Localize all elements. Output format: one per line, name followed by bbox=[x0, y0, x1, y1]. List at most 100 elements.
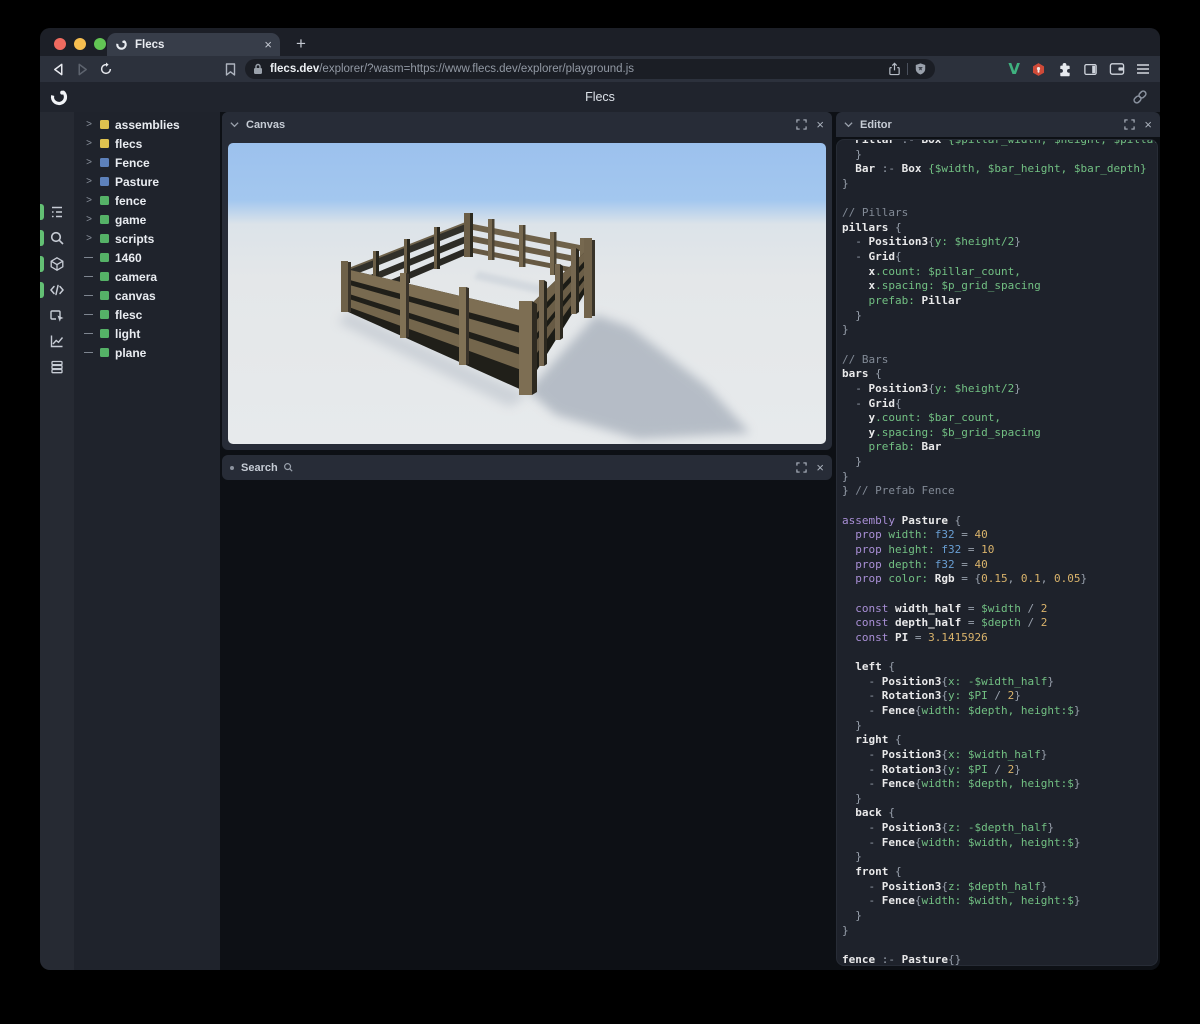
tree-item-fence[interactable]: > fence bbox=[74, 191, 220, 210]
back-icon[interactable] bbox=[46, 60, 70, 78]
reload-icon[interactable] bbox=[94, 60, 118, 78]
forward-icon[interactable] bbox=[70, 60, 94, 78]
browser-tab[interactable]: Flecs × bbox=[107, 33, 280, 56]
code-line[interactable]: fence :- Pasture{} bbox=[842, 953, 1157, 965]
code-line[interactable]: Bar :- Box {$width, $bar_height, $bar_de… bbox=[842, 162, 1157, 177]
fullscreen-icon[interactable] bbox=[1124, 119, 1136, 130]
tree-item-Fence[interactable]: > Fence bbox=[74, 153, 220, 172]
code-line[interactable]: - Position3{y: $height/2} bbox=[842, 235, 1157, 250]
code-line[interactable]: y.spacing: $b_grid_spacing bbox=[842, 426, 1157, 441]
code-line[interactable]: } bbox=[842, 323, 1157, 338]
extensions-icon[interactable] bbox=[1057, 62, 1072, 77]
code-line[interactable] bbox=[842, 587, 1157, 602]
code-line[interactable] bbox=[842, 645, 1157, 660]
code-line[interactable]: prop height: f32 = 10 bbox=[842, 543, 1157, 558]
canvas-panel-header[interactable]: Canvas × bbox=[222, 112, 832, 137]
tree-pane-icon[interactable] bbox=[40, 200, 74, 224]
code-line[interactable]: prefab: Bar bbox=[842, 440, 1157, 455]
search-panel-header[interactable]: Search × bbox=[222, 455, 832, 480]
fullscreen-icon[interactable] bbox=[796, 462, 808, 473]
code-line[interactable]: back { bbox=[842, 806, 1157, 821]
code-line[interactable]: - Position3{z: $depth_half} bbox=[842, 880, 1157, 895]
code-line[interactable]: prefab: Pillar bbox=[842, 294, 1157, 309]
code-line[interactable]: const width_half = $width / 2 bbox=[842, 602, 1157, 617]
code-line[interactable]: x.spacing: $p_grid_spacing bbox=[842, 279, 1157, 294]
tree-item-flesc[interactable]: flesc bbox=[74, 305, 220, 324]
code-pane-icon[interactable] bbox=[40, 278, 74, 302]
code-line[interactable]: - Grid{ bbox=[842, 397, 1157, 412]
code-line[interactable]: left { bbox=[842, 660, 1157, 675]
inspector-pane-icon[interactable] bbox=[40, 304, 74, 328]
code-line[interactable]: - Position3{x: -$width_half} bbox=[842, 675, 1157, 690]
code-line[interactable]: front { bbox=[842, 865, 1157, 880]
expand-arrow-icon[interactable]: > bbox=[84, 138, 94, 149]
tree-item-camera[interactable]: camera bbox=[74, 267, 220, 286]
brave-shield-icon[interactable] bbox=[914, 62, 927, 76]
code-line[interactable]: - Fence{width: $depth, height:$} bbox=[842, 704, 1157, 719]
code-line[interactable]: - Fence{width: $width, height:$} bbox=[842, 836, 1157, 851]
code-line[interactable]: y.count: $bar_count, bbox=[842, 411, 1157, 426]
adblock-icon[interactable] bbox=[1031, 62, 1046, 77]
wallet-icon[interactable] bbox=[1109, 62, 1125, 76]
code-line[interactable] bbox=[842, 338, 1157, 353]
tree-item-flecs[interactable]: > flecs bbox=[74, 134, 220, 153]
code-line[interactable]: const depth_half = $depth / 2 bbox=[842, 616, 1157, 631]
code-line[interactable]: - Fence{width: $width, height:$} bbox=[842, 894, 1157, 909]
share-icon[interactable] bbox=[888, 62, 901, 76]
link-icon[interactable] bbox=[1132, 89, 1148, 105]
tree-item-scripts[interactable]: > scripts bbox=[74, 229, 220, 248]
code-line[interactable]: } bbox=[842, 148, 1157, 163]
code-line[interactable]: } bbox=[842, 470, 1157, 485]
code-line[interactable]: // Pillars bbox=[842, 206, 1157, 221]
tab-close-icon[interactable]: × bbox=[264, 38, 272, 51]
code-line[interactable] bbox=[842, 192, 1157, 207]
editor-panel-header[interactable]: Editor × bbox=[836, 112, 1160, 137]
code-line[interactable] bbox=[842, 938, 1157, 953]
expand-arrow-icon[interactable]: > bbox=[84, 214, 94, 225]
code-line[interactable]: right { bbox=[842, 733, 1157, 748]
code-line[interactable]: } // Prefab Fence bbox=[842, 484, 1157, 499]
code-line[interactable]: prop depth: f32 = 40 bbox=[842, 558, 1157, 573]
tree-item-1460[interactable]: 1460 bbox=[74, 248, 220, 267]
tree-item-Pasture[interactable]: > Pasture bbox=[74, 172, 220, 191]
close-window-button[interactable] bbox=[54, 38, 66, 50]
code-line[interactable]: - Position3{x: $width_half} bbox=[842, 748, 1157, 763]
tree-item-game[interactable]: > game bbox=[74, 210, 220, 229]
expand-arrow-icon[interactable]: > bbox=[84, 233, 94, 244]
code-line[interactable]: Pillar :- Box {$pillar_width, $height, $… bbox=[842, 140, 1157, 148]
code-line[interactable]: } bbox=[842, 850, 1157, 865]
code-line[interactable]: - Position3{y: $height/2} bbox=[842, 382, 1157, 397]
code-line[interactable]: } bbox=[842, 455, 1157, 470]
tree-item-assemblies[interactable]: > assemblies bbox=[74, 115, 220, 134]
code-line[interactable]: pillars { bbox=[842, 221, 1157, 236]
fullscreen-icon[interactable] bbox=[796, 119, 808, 130]
expand-arrow-icon[interactable]: > bbox=[84, 119, 94, 130]
expand-arrow-icon[interactable]: > bbox=[84, 195, 94, 206]
code-line[interactable]: prop color: Rgb = {0.15, 0.1, 0.05} bbox=[842, 572, 1157, 587]
code-line[interactable]: const PI = 3.1415926 bbox=[842, 631, 1157, 646]
tree-item-plane[interactable]: plane bbox=[74, 343, 220, 362]
code-line[interactable]: } bbox=[842, 909, 1157, 924]
close-icon[interactable]: × bbox=[816, 461, 824, 474]
url-bar[interactable]: flecs.dev /explorer/?wasm=https://www.fl… bbox=[245, 59, 935, 79]
code-line[interactable]: assembly Pasture { bbox=[842, 514, 1157, 529]
minimize-window-button[interactable] bbox=[74, 38, 86, 50]
3d-canvas[interactable] bbox=[228, 143, 826, 444]
code-line[interactable]: - Grid{ bbox=[842, 250, 1157, 265]
stats-pane-icon[interactable] bbox=[40, 329, 74, 353]
code-line[interactable] bbox=[842, 499, 1157, 514]
expand-arrow-icon[interactable]: > bbox=[84, 157, 94, 168]
code-line[interactable]: - Rotation3{y: $PI / 2} bbox=[842, 763, 1157, 778]
code-line[interactable]: prop width: f32 = 40 bbox=[842, 528, 1157, 543]
logs-pane-icon[interactable] bbox=[40, 355, 74, 379]
new-tab-button[interactable]: + bbox=[289, 33, 313, 56]
tree-item-canvas[interactable]: canvas bbox=[74, 286, 220, 305]
search-pane-icon[interactable] bbox=[40, 226, 74, 250]
code-editor[interactable]: Pillar :- Box {$pillar_width, $height, $… bbox=[836, 139, 1158, 966]
code-line[interactable]: - Position3{z: -$depth_half} bbox=[842, 821, 1157, 836]
close-icon[interactable]: × bbox=[816, 118, 824, 131]
code-line[interactable]: } bbox=[842, 924, 1157, 939]
code-line[interactable]: // Bars bbox=[842, 353, 1157, 368]
entities-pane-icon[interactable] bbox=[40, 252, 74, 276]
close-icon[interactable]: × bbox=[1144, 118, 1152, 131]
